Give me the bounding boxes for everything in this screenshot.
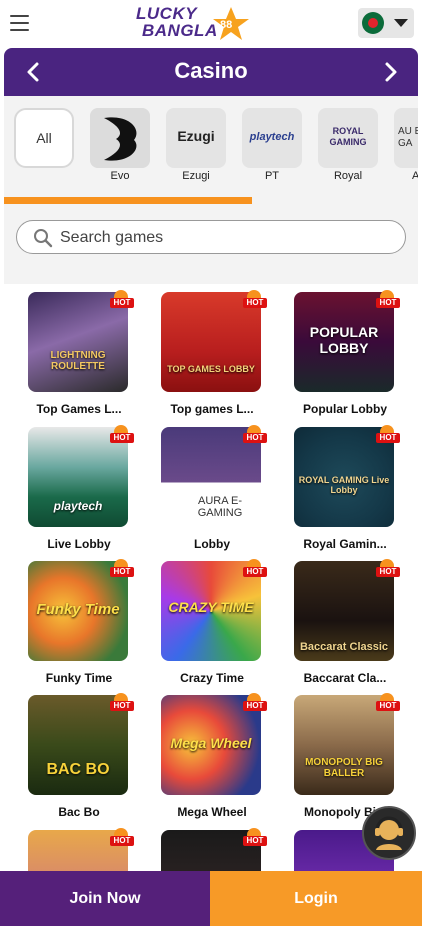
game-card[interactable]: CRAZY TIME HOT Crazy Time — [161, 559, 267, 691]
bangladesh-flag-icon — [362, 12, 384, 34]
hot-badge: HOT — [376, 425, 400, 445]
hot-badge: HOT — [376, 290, 400, 310]
game-card[interactable]: Mega Wheel HOT Mega Wheel — [161, 693, 267, 825]
game-title: Live Lobby — [47, 537, 111, 551]
language-selector[interactable] — [358, 8, 414, 38]
hot-badge: HOT — [110, 425, 134, 445]
hot-badge: HOT — [110, 828, 134, 848]
playtech-logo: playtech — [249, 131, 295, 143]
game-card[interactable]: ROYAL GAMING Live Lobby HOT Royal Gamin.… — [294, 425, 400, 557]
game-title: Crazy Time — [180, 671, 244, 685]
game-card[interactable]: TOP GAMES LOBBY HOT Top games L... — [161, 290, 267, 422]
login-button[interactable]: Login — [210, 871, 422, 926]
hot-badge: HOT — [243, 693, 267, 713]
hot-badge: HOT — [110, 693, 134, 713]
royal-gaming-logo: ROYAL GAMING — [329, 126, 367, 147]
chevron-down-icon — [394, 19, 408, 27]
provider-aura[interactable]: AU E-GA — [394, 108, 418, 168]
game-card[interactable]: playtech HOT Live Lobby — [28, 425, 134, 557]
provider-label: PT — [264, 170, 280, 182]
aura-logo: AU E-GA — [398, 126, 418, 149]
category-title: Casino — [174, 58, 248, 83]
game-title: Royal Gamin... — [303, 537, 387, 551]
game-card[interactable]: HOT — [161, 828, 267, 874]
menu-icon[interactable] — [10, 15, 29, 31]
provider-ezugi[interactable]: Ezugi — [166, 108, 226, 168]
site-logo[interactable]: LUCKY BANGLA 88 — [132, 2, 256, 44]
provider-scroll-indicator — [4, 197, 253, 204]
game-title: Top games L... — [170, 402, 254, 416]
search-area: Search games — [4, 204, 418, 284]
join-now-button[interactable]: Join Now — [0, 871, 210, 926]
provider-label: Royal — [333, 170, 363, 182]
top-bar: LUCKY BANGLA 88 — [0, 0, 422, 46]
auth-bar: Join Now Login — [0, 871, 422, 926]
hot-badge: HOT — [110, 559, 134, 579]
game-card[interactable]: Baccarat Classic HOT Baccarat Cla... — [294, 559, 400, 691]
search-placeholder: Search games — [60, 229, 164, 246]
hot-badge: HOT — [243, 559, 267, 579]
ezugi-logo: Ezugi — [177, 128, 215, 144]
game-card[interactable]: LIGHTNING ROULETTE HOT Top Games L... — [28, 290, 134, 422]
hot-badge: HOT — [376, 693, 400, 713]
mobile-page: LUCKY BANGLA 88 Casino All Evo Ezugi Ezu… — [0, 0, 422, 926]
provider-playtech[interactable]: playtech — [242, 108, 302, 168]
game-title: Lobby — [194, 537, 230, 551]
provider-strip: All Evo Ezugi Ezugi playtech PT ROYAL GA… — [4, 96, 418, 204]
game-title: Funky Time — [45, 671, 113, 685]
game-title: Baccarat Cla... — [303, 671, 387, 685]
provider-label: Ezugi — [182, 170, 210, 182]
provider-royal[interactable]: ROYAL GAMING — [318, 108, 378, 168]
evolution-logo-icon — [90, 108, 150, 168]
support-agent-icon — [375, 816, 403, 850]
game-card[interactable]: HOT — [28, 828, 134, 874]
hot-badge: HOT — [243, 425, 267, 445]
game-title: Mega Wheel — [177, 805, 247, 819]
hot-badge: HOT — [110, 290, 134, 310]
game-card[interactable]: AURA E-GAMING HOT Lobby — [161, 425, 267, 557]
provider-all[interactable]: All — [14, 108, 74, 168]
games-grid: LIGHTNING ROULETTE HOT Top Games L... TO… — [4, 284, 418, 874]
provider-label: Evo — [110, 170, 130, 182]
hot-badge: HOT — [243, 290, 267, 310]
search-input[interactable]: Search games — [16, 220, 406, 254]
hot-badge: HOT — [243, 828, 267, 848]
live-support-button[interactable] — [362, 806, 416, 860]
category-header: Casino — [4, 48, 418, 96]
chevron-right-icon[interactable] — [378, 60, 402, 84]
game-title: Bac Bo — [58, 805, 100, 819]
game-card[interactable]: BAC BO HOT Bac Bo — [28, 693, 134, 825]
game-card[interactable]: Funky Time HOT Funky Time — [28, 559, 134, 691]
game-title: Popular Lobby — [303, 402, 387, 416]
provider-label: A — [412, 170, 418, 182]
game-title: Top Games L... — [36, 402, 122, 416]
game-card[interactable]: POPULAR LOBBY HOT Popular Lobby — [294, 290, 400, 422]
game-card[interactable]: MONOPOLY BIG BALLER HOT Monopoly Bi... — [294, 693, 400, 825]
search-icon — [34, 229, 53, 248]
provider-evo[interactable] — [90, 108, 150, 168]
hot-badge: HOT — [376, 559, 400, 579]
